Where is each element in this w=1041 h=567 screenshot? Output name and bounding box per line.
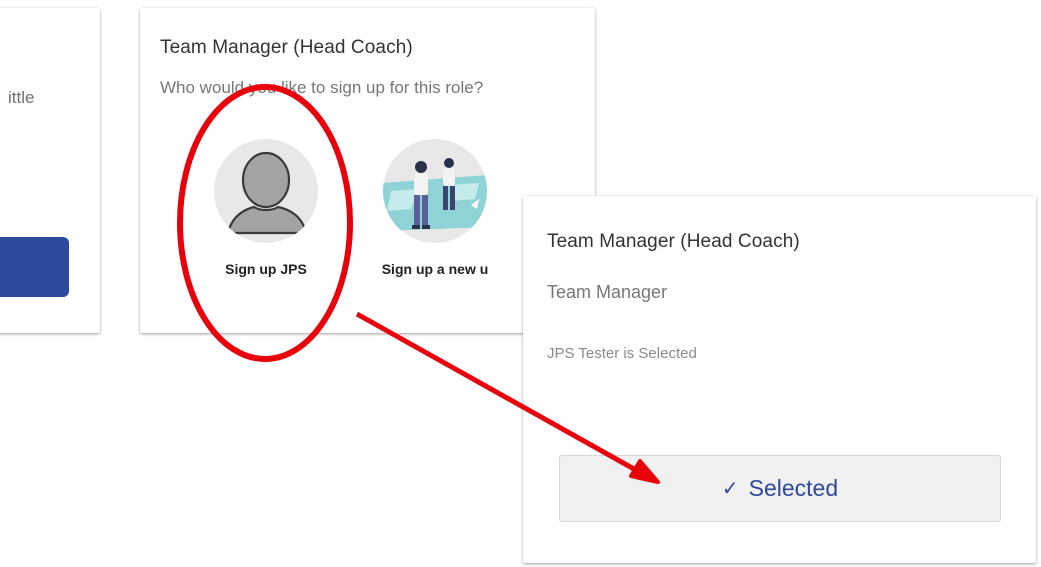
- sign-up-new-user-option[interactable]: Sign up a new u: [360, 139, 510, 277]
- selected-role-title: Team Manager (Head Coach): [547, 231, 800, 252]
- selected-role-name: Team Manager: [547, 282, 668, 302]
- people-illustration-icon: [383, 139, 487, 243]
- selected-button-label: Selected: [748, 475, 839, 501]
- selected-role-card: Team Manager (Head Coach) Team Manager J…: [523, 196, 1036, 563]
- selection-status: JPS Tester is Selected: [547, 345, 697, 362]
- left-card: ittle: [0, 8, 100, 333]
- checkmark-icon: ✓: [721, 478, 739, 500]
- left-card-button[interactable]: [0, 237, 69, 297]
- role-title: Team Manager (Head Coach): [160, 37, 413, 58]
- sign-up-new-user-label: Sign up a new u: [381, 261, 489, 277]
- selected-button[interactable]: ✓ Selected: [559, 455, 1001, 522]
- user-avatar-icon: [214, 139, 318, 243]
- sign-up-jps-option[interactable]: Sign up JPS: [191, 139, 341, 277]
- left-card-text: ittle: [8, 88, 35, 107]
- role-prompt: Who would you like to sign up for this r…: [160, 78, 484, 97]
- sign-up-jps-label: Sign up JPS: [225, 261, 307, 277]
